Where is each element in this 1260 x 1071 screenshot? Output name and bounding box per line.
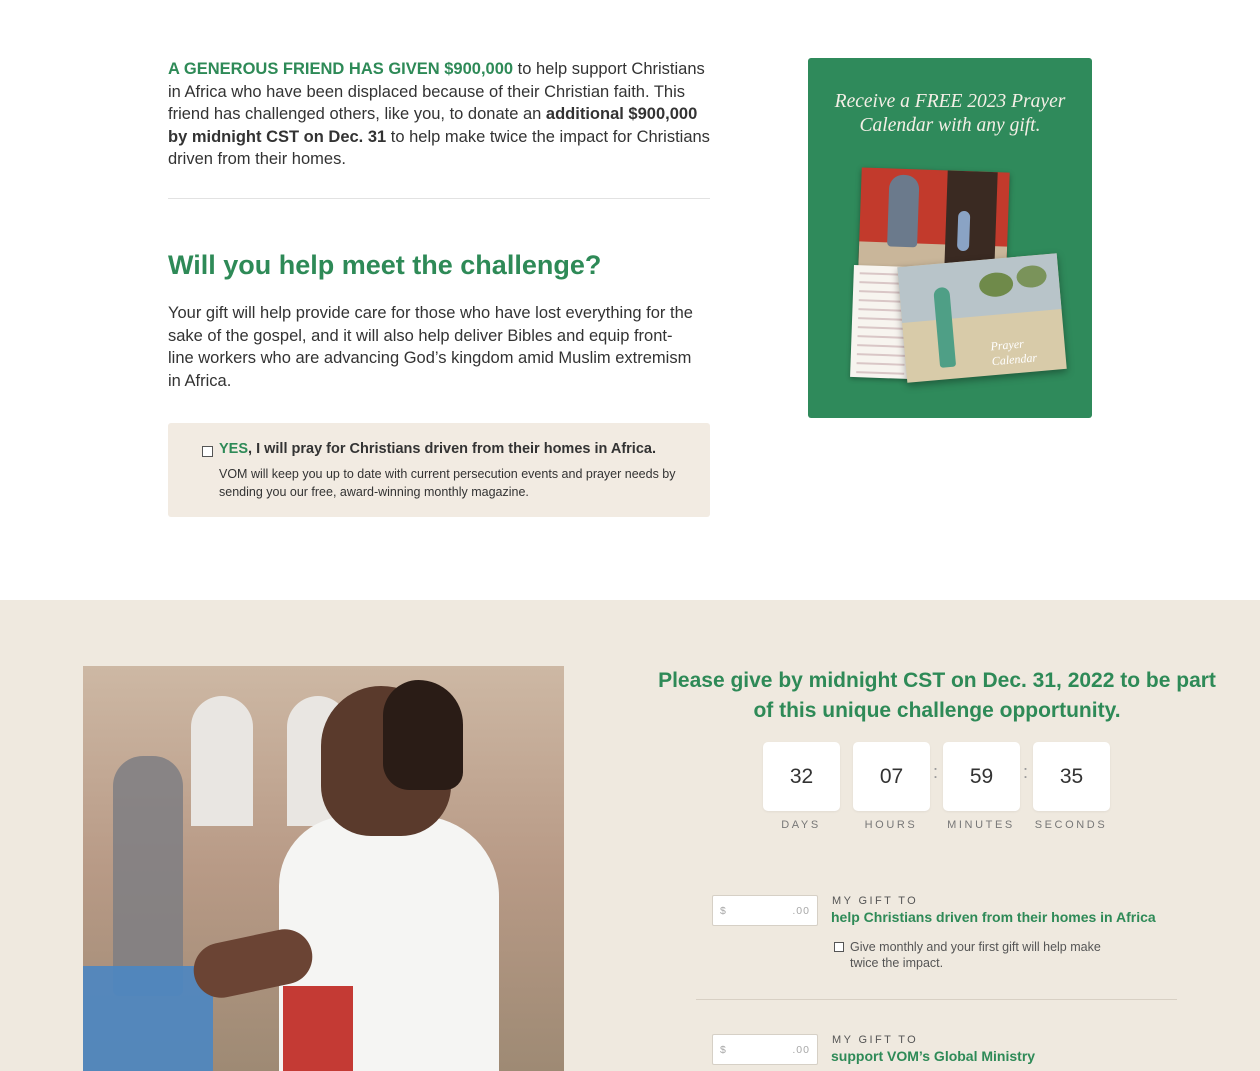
- monthly-checkbox[interactable]: [834, 942, 844, 952]
- calendar-front-cover: Prayer Calendar: [897, 253, 1067, 383]
- pray-checkbox[interactable]: [202, 446, 213, 457]
- pray-option-label[interactable]: YES, I will pray for Christians driven f…: [219, 441, 656, 457]
- gift-label: MY GIFT TO: [832, 1034, 919, 1046]
- countdown-hours: 07: [853, 742, 930, 811]
- cents-suffix: .00: [792, 1044, 810, 1056]
- gift-target-africa: help Christians driven from their homes …: [831, 909, 1156, 925]
- challenge-heading: Will you help meet the challenge?: [168, 250, 602, 280]
- pray-option-box[interactable]: YES, I will pray for Christians driven f…: [168, 423, 710, 517]
- countdown-separator: :: [933, 762, 939, 782]
- gift-amount-input-africa[interactable]: $ .00: [712, 895, 818, 926]
- gift-amount-input-global[interactable]: $ .00: [712, 1034, 818, 1065]
- cents-suffix: .00: [792, 905, 810, 917]
- countdown-seconds: 35: [1033, 742, 1110, 811]
- intro-highlight: A GENEROUS FRIEND HAS GIVEN $900,000: [168, 60, 514, 78]
- section-divider: [168, 198, 710, 199]
- worship-photo: [83, 666, 564, 1071]
- countdown-minutes-label: MINUTES: [947, 819, 1015, 831]
- gift-divider: [696, 999, 1177, 1000]
- countdown-seconds-label: SECONDS: [1034, 819, 1108, 831]
- deadline-message: Please give by midnight CST on Dec. 31, …: [658, 669, 1216, 722]
- pray-option-description: VOM will keep you up to date with curren…: [219, 467, 676, 499]
- challenge-body: Your gift will help provide care for tho…: [168, 304, 693, 390]
- currency-symbol: $: [720, 905, 726, 917]
- countdown-minutes: 59: [943, 742, 1020, 811]
- intro-paragraph: A GENEROUS FRIEND HAS GIVEN $900,000 to …: [168, 58, 713, 171]
- calendar-cover-photo: [858, 167, 1010, 273]
- prayer-calendar-promo: Receive a FREE 2023 Prayer Calendar with…: [808, 58, 1092, 418]
- monthly-label[interactable]: Give monthly and your first gift will he…: [850, 939, 1120, 971]
- promo-text: Receive a FREE 2023 Prayer Calendar with…: [834, 91, 1066, 136]
- pray-yes: YES: [219, 441, 249, 457]
- pray-label-text: , I will pray for Christians driven from…: [248, 441, 656, 457]
- countdown-days: 32: [763, 742, 840, 811]
- countdown-separator: :: [1023, 762, 1029, 782]
- gift-target-global: support VOM’s Global Ministry: [831, 1048, 1036, 1064]
- countdown-hours-label: HOURS: [864, 819, 918, 831]
- countdown-days-label: DAYS: [781, 819, 821, 831]
- currency-symbol: $: [720, 1044, 726, 1056]
- calendar-title: Prayer Calendar: [989, 336, 1038, 369]
- gift-label: MY GIFT TO: [832, 895, 919, 907]
